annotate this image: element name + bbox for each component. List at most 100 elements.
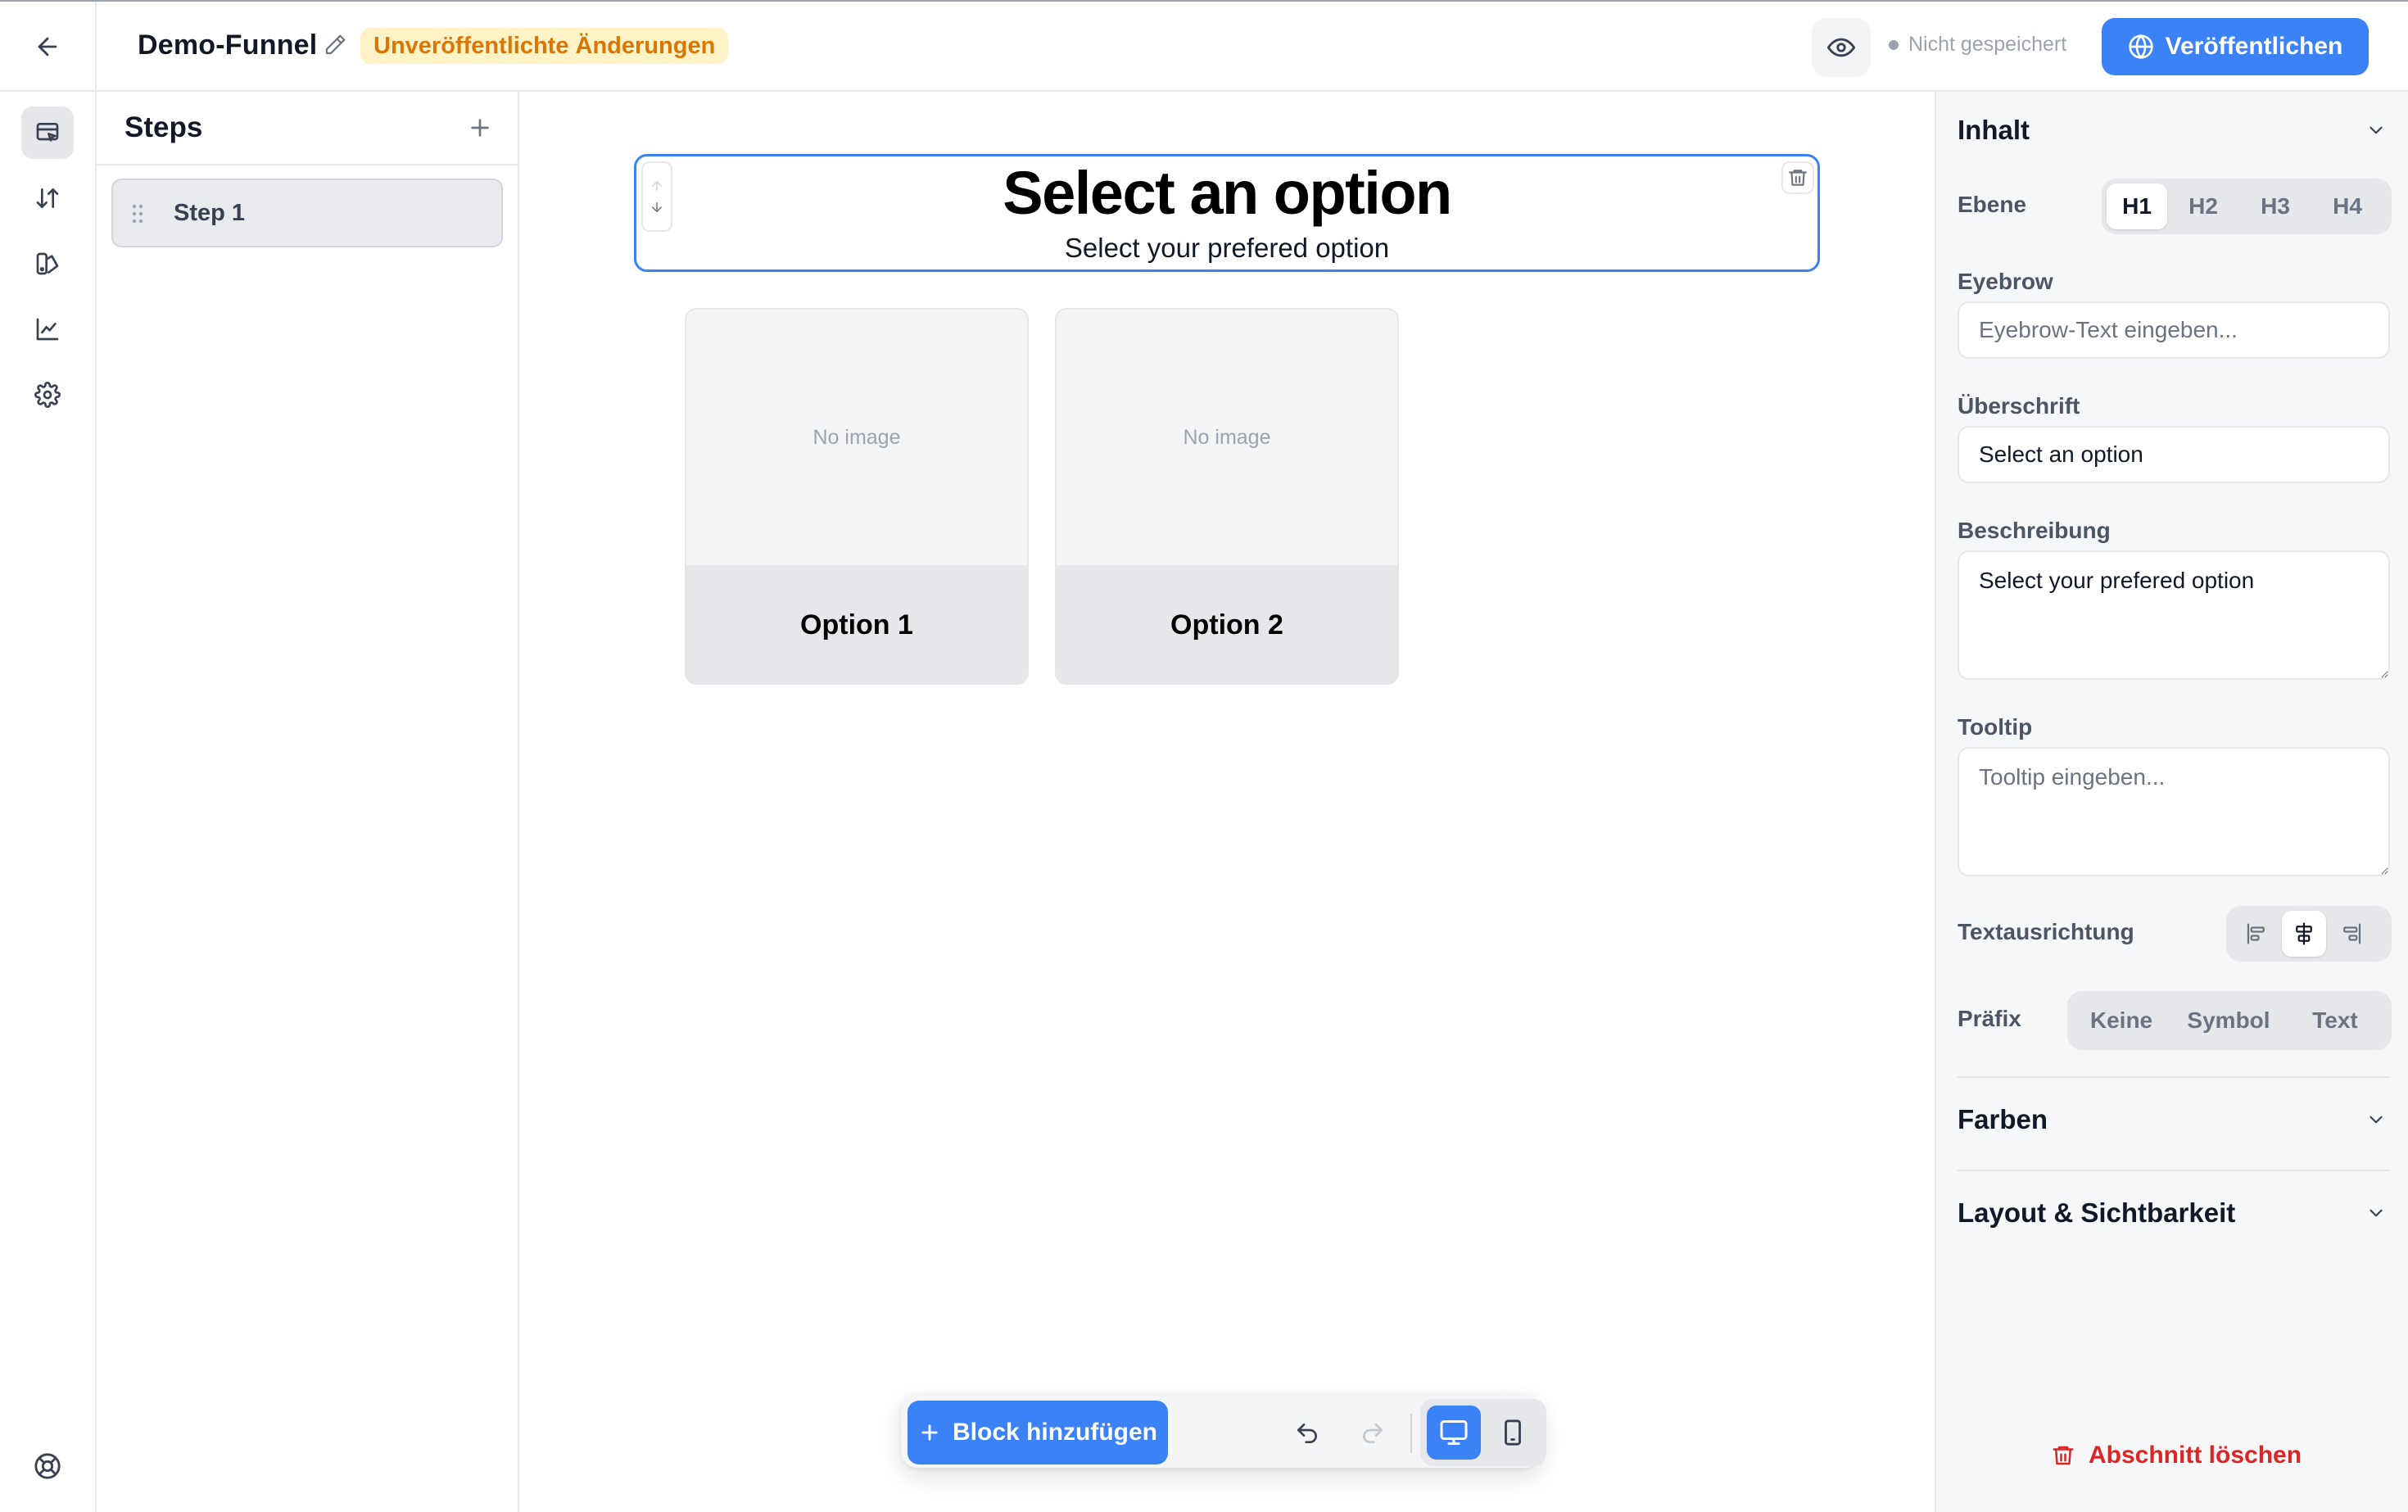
step-label: Step 1 <box>174 200 246 226</box>
plus-icon <box>921 1424 938 1441</box>
level-option-h3[interactable]: H3 <box>2239 183 2311 229</box>
steps-title: Steps <box>124 111 203 143</box>
pencil-icon <box>325 34 346 55</box>
delete-block-button[interactable] <box>1781 161 1814 194</box>
undo-icon <box>1297 1424 1317 1443</box>
divider <box>1958 1076 2390 1078</box>
redo-button[interactable] <box>1348 1409 1397 1458</box>
arrow-up-icon[interactable] <box>650 179 664 193</box>
icon-rail <box>0 92 97 1512</box>
description-textarea[interactable]: Select your prefered option <box>1958 550 2390 680</box>
eyebrow-label: Eyebrow <box>1958 269 2053 294</box>
prefix-option-none[interactable]: Keine <box>2072 998 2170 1043</box>
editor-icon <box>36 123 59 142</box>
move-handle <box>641 161 672 232</box>
trash-icon <box>2053 1446 2074 1465</box>
add-block-label: Block hinzufügen <box>953 1419 1157 1446</box>
rail-design[interactable] <box>21 238 74 290</box>
heading-input[interactable] <box>1958 426 2390 483</box>
rail-sort[interactable] <box>21 172 74 224</box>
desktop-view-button[interactable] <box>1427 1406 1481 1460</box>
trash-icon <box>1789 170 1807 186</box>
back-button[interactable] <box>0 2 97 92</box>
option-image-placeholder: No image <box>686 310 1027 565</box>
option-card[interactable]: No image Option 2 <box>1055 308 1399 685</box>
option-label: Option 1 <box>686 565 1027 683</box>
rail-analytics[interactable] <box>21 303 74 355</box>
step-item[interactable]: Step 1 <box>111 179 503 247</box>
globe-icon <box>2128 34 2153 59</box>
block-description: Select your prefered option <box>1064 233 1390 263</box>
unsaved-changes-badge: Unveröffentlichte Änderungen <box>360 28 729 64</box>
undo-button[interactable] <box>1283 1409 1332 1458</box>
steps-panel: Steps Step 1 <box>97 92 519 1512</box>
arrow-left-icon <box>38 37 57 57</box>
heading-block[interactable]: Select an option Select your prefered op… <box>634 154 1820 272</box>
plus-icon <box>471 119 489 137</box>
text-align-label: Textausrichtung <box>1958 919 2134 944</box>
align-right-button[interactable] <box>2326 911 2377 957</box>
section-colors-toggle[interactable]: Farben <box>1958 1104 2048 1135</box>
save-status: Nicht gespeichert <box>1889 33 2066 57</box>
align-left-icon <box>2247 923 2265 944</box>
align-right-icon <box>2343 923 2361 944</box>
redo-icon <box>1363 1424 1383 1443</box>
tooltip-label: Tooltip <box>1958 714 2033 740</box>
settings-icon <box>34 382 61 408</box>
rename-button[interactable] <box>323 33 347 57</box>
save-status-text: Nicht gespeichert <box>1908 33 2067 56</box>
prefix-option-text[interactable]: Text <box>2287 998 2383 1043</box>
eye-icon <box>1827 38 1855 57</box>
add-step-button[interactable] <box>467 115 493 141</box>
funnel-name: Demo-Funnel <box>138 29 318 61</box>
divider <box>1958 1170 2390 1171</box>
align-left-button[interactable] <box>2231 911 2282 957</box>
heading-level-selector: H1 H2 H3 H4 <box>2102 179 2392 234</box>
status-dot <box>1889 39 1899 50</box>
rail-help[interactable] <box>21 1440 74 1492</box>
align-center-icon <box>2296 922 2312 945</box>
tooltip-textarea[interactable] <box>1958 747 2390 876</box>
arrow-down-icon[interactable] <box>650 200 664 215</box>
rail-settings[interactable] <box>21 369 74 421</box>
level-label: Ebene <box>1958 192 2027 217</box>
delete-section-button[interactable]: Abschnitt löschen <box>2051 1442 2302 1469</box>
level-option-h4[interactable]: H4 <box>2311 183 2383 229</box>
option-label: Option 2 <box>1057 565 1397 683</box>
publish-button[interactable]: Veröffentlichen <box>2102 18 2369 75</box>
phone-icon <box>1505 1419 1521 1446</box>
drag-handle-icon[interactable] <box>131 203 144 224</box>
publish-label: Veröffentlichen <box>2165 33 2343 60</box>
preview-button[interactable] <box>1812 18 1871 77</box>
block-heading: Select an option <box>1003 159 1452 227</box>
option-card[interactable]: No image Option 1 <box>685 308 1029 685</box>
prefix-option-symbol[interactable]: Symbol <box>2170 998 2287 1043</box>
section-layout-toggle[interactable]: Layout & Sichtbarkeit <box>1958 1197 2235 1229</box>
prefix-selector: Keine Symbol Text <box>2067 991 2392 1050</box>
eyebrow-input[interactable] <box>1958 301 2390 359</box>
analytics-icon <box>36 318 59 341</box>
chevron-down-icon[interactable] <box>2365 1109 2387 1130</box>
delete-section-label: Abschnitt löschen <box>2089 1442 2302 1469</box>
mobile-view-button[interactable] <box>1486 1406 1540 1460</box>
level-option-h1[interactable]: H1 <box>2107 183 2167 229</box>
section-content-toggle[interactable]: Inhalt <box>1958 115 2030 146</box>
rail-editor[interactable] <box>21 106 74 159</box>
design-icon <box>36 252 59 275</box>
heading-label: Überschrift <box>1958 393 2080 419</box>
option-image-placeholder: No image <box>1057 310 1397 565</box>
chevron-down-icon[interactable] <box>2365 1202 2387 1224</box>
sort-icon <box>36 188 59 208</box>
top-bar: Demo-Funnel Unveröffentlichte Änderungen… <box>0 0 2408 92</box>
toolbar-divider <box>1410 1414 1412 1453</box>
level-option-h2[interactable]: H2 <box>2167 183 2239 229</box>
steps-header: Steps <box>97 92 518 165</box>
align-center-button[interactable] <box>2282 911 2326 957</box>
monitor-icon <box>1440 1420 1468 1445</box>
prefix-label: Präfix <box>1958 1006 2021 1031</box>
help-icon <box>34 1453 61 1479</box>
description-label: Beschreibung <box>1958 518 2111 543</box>
inspector-panel: Inhalt Ebene H1 H2 H3 H4 Eyebrow Übersch… <box>1935 92 2408 1512</box>
add-block-button[interactable]: Block hinzufügen <box>908 1401 1168 1464</box>
chevron-down-icon[interactable] <box>2365 120 2387 141</box>
